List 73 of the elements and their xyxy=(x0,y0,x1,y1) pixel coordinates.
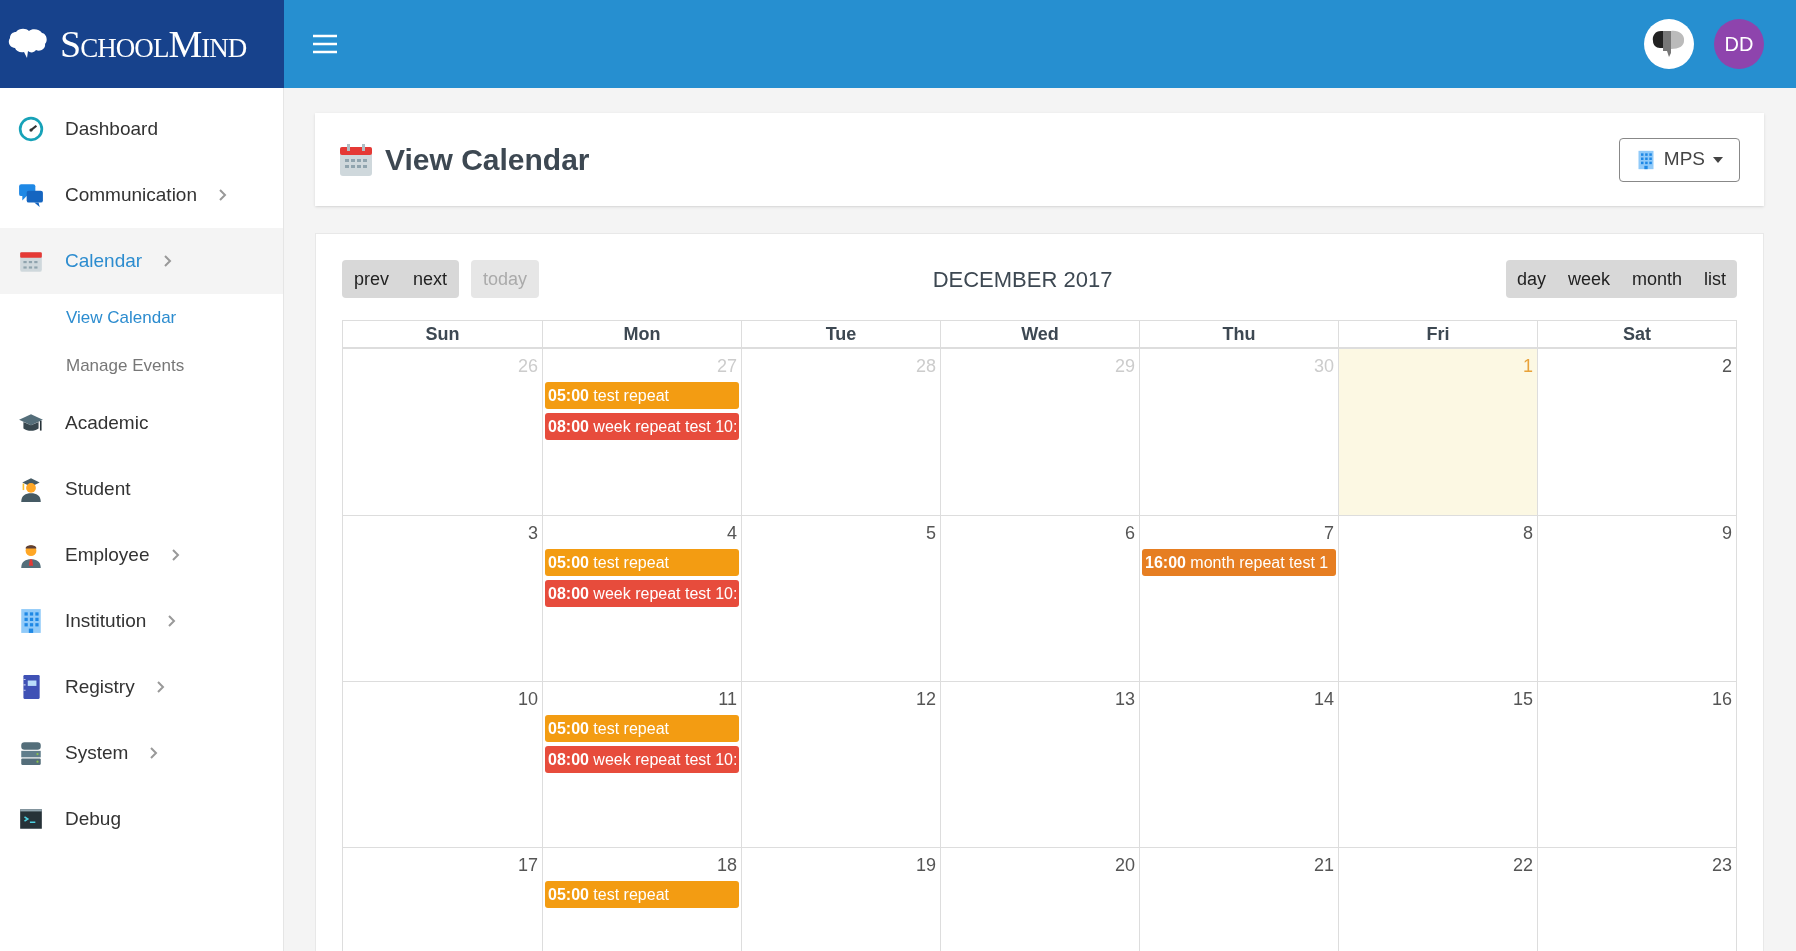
day-number: 16 xyxy=(1711,688,1733,711)
weekday-header: Fri xyxy=(1338,321,1537,347)
sidebar-item[interactable]: Institution xyxy=(0,588,283,654)
chevron-icon xyxy=(167,614,178,628)
sidebar-item[interactable]: Employee xyxy=(0,522,283,588)
day-number: 6 xyxy=(1125,522,1136,545)
building-icon xyxy=(18,608,44,634)
day-number: 15 xyxy=(1512,688,1534,711)
sidebar-item[interactable]: Debug xyxy=(0,786,283,852)
day-number: 23 xyxy=(1711,854,1733,877)
chevron-icon xyxy=(149,746,160,760)
sidebar-item[interactable]: Communication xyxy=(0,162,283,228)
weekday-header: Mon xyxy=(542,321,741,347)
school-selector[interactable]: MPS xyxy=(1618,137,1740,182)
day-number: 18 xyxy=(716,854,738,877)
weekday-header: Thu xyxy=(1139,321,1338,347)
day-number: 10 xyxy=(517,688,539,711)
day-number: 7 xyxy=(1324,522,1335,545)
day-number: 3 xyxy=(528,522,539,545)
page-title: View Calendar xyxy=(385,142,590,178)
weekday-header: Wed xyxy=(940,321,1139,347)
sidebar-item[interactable]: Dashboard xyxy=(0,96,283,162)
server-stack-icon xyxy=(18,740,44,766)
day-number: 20 xyxy=(1114,854,1136,877)
day-number: 19 xyxy=(915,854,937,877)
view-button[interactable]: day xyxy=(1505,260,1557,298)
calendar-event[interactable]: 08:00 week repeat test 10: xyxy=(545,580,739,607)
chevron-icon xyxy=(163,254,174,268)
next-button[interactable]: next xyxy=(401,260,460,298)
day-number: 11 xyxy=(718,688,738,711)
sidebar-item[interactable]: System xyxy=(0,720,283,786)
day-number: 2 xyxy=(1722,355,1733,378)
menu-icon xyxy=(312,34,338,54)
prev-button[interactable]: prev xyxy=(342,260,401,298)
gauge-icon xyxy=(18,116,44,142)
day-number: 12 xyxy=(915,688,937,711)
calendar-title: DECEMBER 2017 xyxy=(932,265,1113,294)
submenu-item[interactable]: View Calendar xyxy=(0,294,283,342)
weekday-header: Tue xyxy=(741,321,940,347)
graduate-person-icon xyxy=(18,476,44,502)
terminal-icon xyxy=(18,806,44,832)
view-button[interactable]: month xyxy=(1620,260,1693,298)
submenu-item[interactable]: Manage Events xyxy=(0,342,283,390)
calendar-event[interactable]: 08:00 week repeat test 10: xyxy=(545,746,739,773)
day-number: 5 xyxy=(926,522,937,545)
calendar-event[interactable]: 08:00 week repeat test 10: xyxy=(545,413,739,440)
chevron-icon xyxy=(218,188,228,202)
weekday-header: Sun xyxy=(424,323,461,346)
chevron-icon xyxy=(155,680,166,694)
day-number: 22 xyxy=(1512,854,1534,877)
caret-icon xyxy=(1713,156,1723,163)
day-number: 4 xyxy=(727,522,738,545)
sidebar-item[interactable]: Student xyxy=(0,456,283,522)
view-button[interactable]: week xyxy=(1556,260,1621,298)
calendar-icon xyxy=(339,142,373,177)
sidebar-item[interactable]: Academic xyxy=(0,390,283,456)
user-avatar[interactable]: DD xyxy=(1714,19,1764,69)
chevron-icon xyxy=(170,548,181,562)
person-tie-icon xyxy=(18,542,44,568)
weekday-header: Sat xyxy=(1537,321,1736,347)
chat-bubbles-icon xyxy=(18,182,44,208)
day-number: 8 xyxy=(1523,522,1534,545)
day-number: 17 xyxy=(517,854,539,877)
sidebar-item[interactable]: Registry xyxy=(0,654,283,720)
logo-text: SchoolMind xyxy=(60,21,247,67)
brain-avatar[interactable] xyxy=(1644,19,1694,69)
day-number: 21 xyxy=(1313,854,1335,877)
day-number: 1 xyxy=(1523,355,1534,378)
day-number: 9 xyxy=(1722,522,1733,545)
day-number: 14 xyxy=(1313,688,1335,711)
brain-logo-icon xyxy=(8,28,48,60)
view-button[interactable]: list xyxy=(1693,260,1737,298)
day-number: 13 xyxy=(1114,688,1136,711)
